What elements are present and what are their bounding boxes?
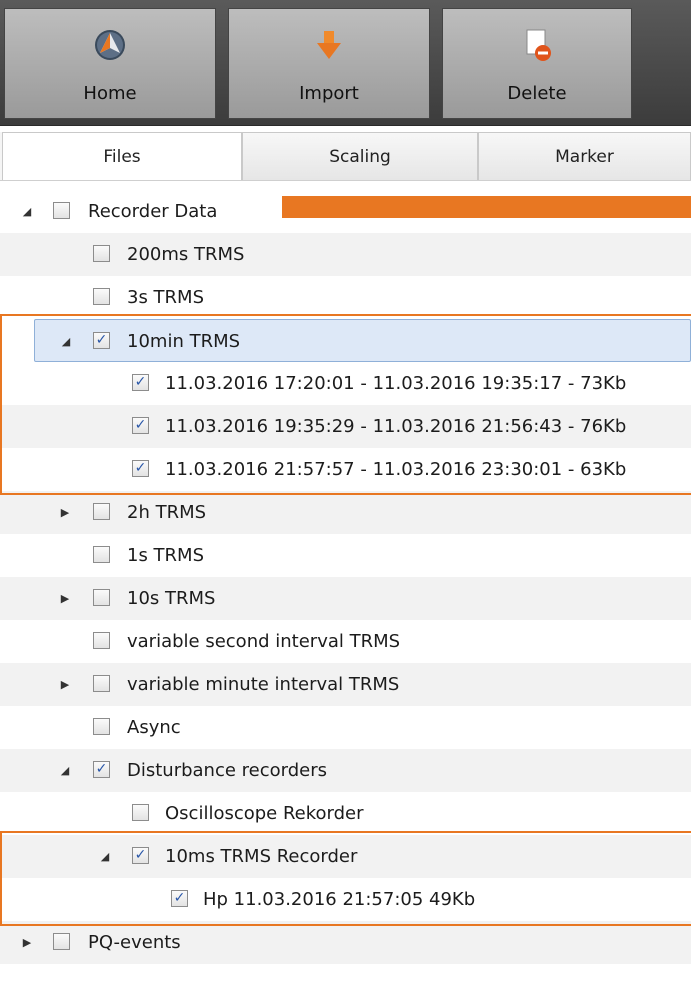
tree-row-recorder-data[interactable]: ◢ Recorder Data: [0, 190, 691, 233]
tab-files[interactable]: Files: [2, 132, 242, 180]
checkbox-variable-minute[interactable]: [93, 675, 110, 692]
highlight-box-10min-trms: [0, 314, 691, 495]
tree-label: Oscilloscope Rekorder: [165, 803, 364, 824]
tree-label: 1s TRMS: [127, 545, 205, 566]
collapse-triangle-icon[interactable]: ◢: [58, 749, 72, 792]
home-button[interactable]: Home: [4, 8, 216, 119]
tree-label: 3s TRMS: [127, 287, 205, 308]
expand-triangle-icon[interactable]: ▶: [20, 921, 34, 964]
delete-button[interactable]: Delete: [442, 8, 632, 119]
import-arrow-icon: [317, 31, 341, 59]
checkbox-2h-trms[interactable]: [93, 503, 110, 520]
tree-label: 2h TRMS: [127, 502, 207, 523]
checkbox-10s-trms[interactable]: [93, 589, 110, 606]
checkbox-variable-second[interactable]: [93, 632, 110, 649]
tree-row-variable-minute[interactable]: ▶ variable minute interval TRMS: [0, 663, 691, 706]
tree-label: Recorder Data: [88, 201, 218, 222]
checkbox-recorder-data[interactable]: [53, 202, 70, 219]
delete-document-icon: [526, 29, 551, 61]
tree-label: variable second interval TRMS: [127, 631, 401, 652]
checkbox-3s-trms[interactable]: [93, 288, 110, 305]
tab-scaling[interactable]: Scaling: [242, 132, 478, 180]
expand-triangle-icon[interactable]: ▶: [58, 577, 72, 620]
tree-label: 200ms TRMS: [127, 244, 245, 265]
checkbox-200ms-trms[interactable]: [93, 245, 110, 262]
expand-triangle-icon[interactable]: ▶: [58, 491, 72, 534]
tree-label: variable minute interval TRMS: [127, 674, 400, 695]
home-orb-icon: [95, 30, 125, 60]
tree-row-200ms-trms[interactable]: 200ms TRMS: [0, 233, 691, 276]
highlight-box-10ms-trms: [0, 831, 691, 926]
tree-row-10s-trms[interactable]: ▶ 10s TRMS: [0, 577, 691, 620]
expand-triangle-icon[interactable]: ▶: [58, 663, 72, 706]
tab-marker[interactable]: Marker: [478, 132, 691, 180]
tree-label: 10s TRMS: [127, 588, 216, 609]
delete-label: Delete: [507, 83, 567, 104]
checkbox-pq-events[interactable]: [53, 933, 70, 950]
tree-row-1s-trms[interactable]: 1s TRMS: [0, 534, 691, 577]
checkbox-1s-trms[interactable]: [93, 546, 110, 563]
import-button[interactable]: Import: [228, 8, 430, 119]
tab-bar: Files Scaling Marker: [0, 132, 691, 181]
checkbox-disturbance-recorders[interactable]: ✓: [93, 761, 110, 778]
tree-label: Async: [127, 717, 181, 738]
collapse-triangle-icon[interactable]: ◢: [20, 190, 34, 233]
tree-row-async[interactable]: Async: [0, 706, 691, 749]
ribbon-toolbar: Home Import Delete: [0, 0, 691, 126]
tree-row-variable-second[interactable]: variable second interval TRMS: [0, 620, 691, 663]
tree-label: Disturbance recorders: [127, 760, 328, 781]
tree-row-oscilloscope[interactable]: Oscilloscope Rekorder: [0, 792, 691, 835]
checkbox-oscilloscope[interactable]: [132, 804, 149, 821]
tree-row-2h-trms[interactable]: ▶ 2h TRMS: [0, 491, 691, 534]
checkbox-async[interactable]: [93, 718, 110, 735]
import-label: Import: [299, 83, 359, 104]
tree-row-3s-trms[interactable]: 3s TRMS: [0, 276, 691, 319]
home-label: Home: [83, 83, 137, 104]
tree-row-disturbance-recorders[interactable]: ◢ ✓ Disturbance recorders: [0, 749, 691, 792]
tree-label: PQ-events: [88, 932, 181, 953]
tree-row-pq-events[interactable]: ▶ PQ-events: [0, 921, 691, 964]
